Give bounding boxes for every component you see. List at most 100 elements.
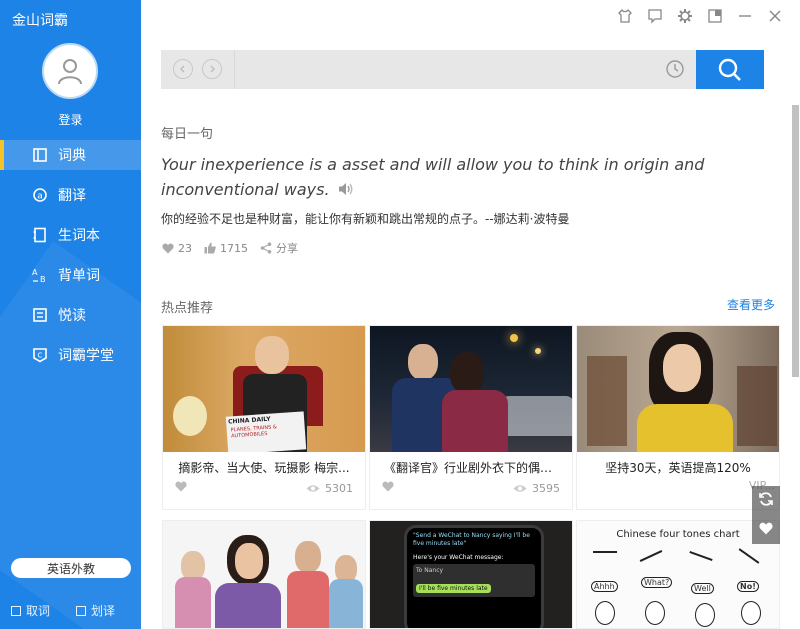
- article-title[interactable]: 摘影帝、当大使、玩摄影 梅宗...: [163, 459, 365, 476]
- close-icon[interactable]: [764, 5, 786, 27]
- thumbs-count: 1715: [220, 241, 248, 255]
- search-input[interactable]: [243, 58, 653, 81]
- favorite-icon[interactable]: [759, 520, 773, 539]
- daily-stats: 23 1715 分享: [162, 240, 298, 256]
- history-icon[interactable]: [665, 59, 685, 83]
- sidebar-item-label: 翻译: [58, 188, 86, 204]
- article-meta: 3595: [382, 481, 560, 495]
- svg-text:B: B: [40, 275, 46, 283]
- article-thumbnail: [577, 326, 779, 452]
- sidebar: 金山词霸 登录 词典 a 翻译 生词本 AB 背单词 悦读 C 词霸学堂 英语外…: [0, 0, 141, 629]
- search-bar: [161, 50, 764, 89]
- sidebar-item-dictionary[interactable]: 词典: [0, 140, 141, 170]
- sidebar-item-translate[interactable]: a 翻译: [0, 180, 141, 210]
- share-icon[interactable]: [260, 242, 272, 254]
- daily-sentence-en: Your inexperience is a asset and will al…: [161, 152, 761, 203]
- sidebar-item-label: 生词本: [58, 228, 100, 244]
- mini-mode-icon[interactable]: [704, 5, 726, 27]
- phone-message-header: Here's your WeChat message:: [413, 554, 504, 561]
- app-title: 金山词霸: [12, 13, 68, 29]
- article-thumbnail: CHINA DAILY PLANES, TRAINS & AUTOMOBILES: [163, 326, 365, 452]
- article-meta: 5301: [175, 481, 353, 495]
- article-thumbnail: Chinese four tones chart Ahhh What? Well…: [577, 521, 779, 628]
- daily-sentence-text: Your inexperience is a asset and will al…: [161, 155, 705, 199]
- arrow-left-icon: [180, 65, 185, 73]
- skin-icon[interactable]: [614, 5, 636, 27]
- article-thumbnail: [163, 521, 365, 628]
- translate-icon: a: [32, 187, 48, 203]
- article-card[interactable]: CHINA DAILY PLANES, TRAINS & AUTOMOBILES…: [162, 325, 366, 510]
- copy-word-label: 取词: [26, 604, 51, 618]
- daily-sentence-cn: 你的经验不足也是种财富，能让你有新颖和跳出常规的点子。--娜达莉·波特曼: [161, 212, 570, 226]
- heart-icon[interactable]: [175, 481, 187, 495]
- book-icon: [32, 147, 48, 163]
- speaker-icon[interactable]: [338, 178, 354, 203]
- scrollbar-thumb[interactable]: [792, 105, 799, 377]
- phone-command-text: "Send a WeChat to Nancy saying I'll be f…: [413, 532, 530, 547]
- tone-bubble-2: What?: [641, 577, 673, 588]
- article-title[interactable]: 坚持30天，英语提高120%: [577, 459, 779, 476]
- sidebar-item-label: 词典: [58, 148, 86, 164]
- svg-text:A: A: [32, 268, 38, 277]
- feedback-icon[interactable]: [644, 5, 666, 27]
- views-number: 5301: [325, 481, 353, 495]
- thumbs-up-icon[interactable]: [204, 242, 216, 254]
- article-card[interactable]: 坚持30天，英语提高120% VIP...: [576, 325, 780, 510]
- minimize-icon[interactable]: [734, 5, 756, 27]
- tones-chart-title: Chinese four tones chart: [616, 529, 740, 540]
- reading-icon: [32, 307, 48, 323]
- phone-message-bubble: I'll be five minutes late: [416, 584, 491, 593]
- svg-text:C: C: [38, 352, 43, 360]
- sidebar-item-classroom[interactable]: C 词霸学堂: [0, 340, 141, 370]
- sidebar-item-label: 背单词: [58, 268, 100, 284]
- forward-button[interactable]: [202, 59, 222, 79]
- sidebar-item-label: 词霸学堂: [58, 348, 114, 364]
- article-thumbnail: "Send a WeChat to Nancy saying I'll be f…: [370, 521, 572, 628]
- copy-word-toggle[interactable]: 取词: [11, 602, 50, 619]
- login-link[interactable]: 登录: [0, 111, 141, 128]
- tone-bubble-4: No!: [737, 581, 759, 592]
- copy-word-checkbox[interactable]: [11, 605, 21, 616]
- tone-bubble-3: Well: [691, 583, 714, 594]
- phone-recipient: To Nancy: [416, 567, 444, 574]
- sidebar-item-reading[interactable]: 悦读: [0, 300, 141, 330]
- article-card[interactable]: Chinese four tones chart Ahhh What? Well…: [576, 520, 780, 629]
- select-translate-toggle[interactable]: 划译: [76, 602, 115, 619]
- search-separator: [234, 50, 235, 89]
- svg-text:a: a: [37, 192, 43, 202]
- view-count: 3595: [513, 482, 560, 495]
- daily-sentence-label: 每日一句: [161, 127, 214, 142]
- avatar[interactable]: [42, 43, 98, 99]
- memorize-icon: AB: [32, 267, 48, 283]
- sidebar-nav: 词典 a 翻译 生词本 AB 背单词 悦读 C 词霸学堂: [0, 140, 141, 380]
- select-translate-label: 划译: [91, 604, 116, 618]
- arrow-right-icon: [210, 65, 215, 73]
- hot-recommend-label: 热点推荐: [161, 301, 214, 316]
- sidebar-item-label: 悦读: [58, 308, 86, 324]
- window-controls: [606, 5, 786, 27]
- heart-icon[interactable]: [162, 243, 174, 254]
- sidebar-item-wordbook[interactable]: 生词本: [0, 220, 141, 250]
- article-card[interactable]: [162, 520, 366, 629]
- views-number: 3595: [532, 481, 560, 495]
- heart-icon[interactable]: [382, 481, 394, 495]
- view-count: 5301: [306, 482, 353, 495]
- back-button[interactable]: [173, 59, 193, 79]
- article-card[interactable]: 《翻译官》行业剧外衣下的偶像剧 3595: [369, 325, 573, 510]
- settings-icon[interactable]: [674, 5, 696, 27]
- article-thumbnail: [370, 326, 572, 452]
- classroom-icon: C: [32, 347, 48, 363]
- article-title[interactable]: 《翻译官》行业剧外衣下的偶像剧: [370, 459, 572, 476]
- refresh-icon[interactable]: [758, 491, 774, 511]
- sidebar-item-memorize[interactable]: AB 背单词: [0, 260, 141, 290]
- foreign-teacher-button[interactable]: 英语外教: [11, 558, 131, 578]
- eye-icon: [306, 484, 320, 493]
- floating-toolbar: [752, 486, 780, 544]
- article-card[interactable]: "Send a WeChat to Nancy saying I'll be f…: [369, 520, 573, 629]
- search-button[interactable]: [696, 50, 764, 89]
- select-translate-checkbox[interactable]: [76, 605, 86, 616]
- user-icon: [58, 59, 82, 85]
- view-more-link[interactable]: 查看更多: [727, 296, 775, 313]
- share-link[interactable]: 分享: [276, 240, 298, 256]
- likes-count: 23: [178, 241, 192, 255]
